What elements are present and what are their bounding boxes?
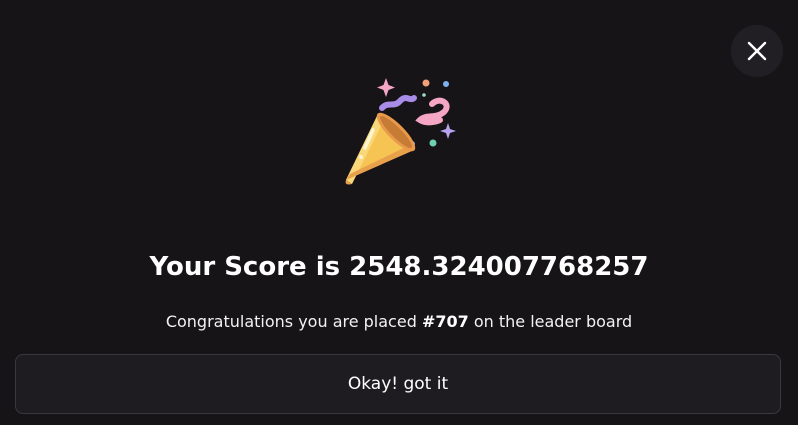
close-button[interactable] bbox=[731, 25, 783, 77]
score-title: Your Score is 2548.324007768257 bbox=[149, 252, 649, 282]
score-dialog: Your Score is 2548.324007768257 Congratu… bbox=[0, 0, 798, 425]
confirm-button[interactable]: Okay! got it bbox=[15, 354, 781, 414]
confirm-button-label: Okay! got it bbox=[347, 374, 449, 394]
close-icon bbox=[747, 41, 767, 61]
party-popper-icon bbox=[345, 78, 456, 185]
leaderboard-message: Congratulations you are placed #707 on t… bbox=[0, 309, 798, 335]
leaderboard-rank: #707 bbox=[421, 312, 469, 331]
message-prefix: Congratulations you are placed bbox=[165, 312, 422, 331]
message-suffix: on the leader board bbox=[468, 312, 633, 331]
